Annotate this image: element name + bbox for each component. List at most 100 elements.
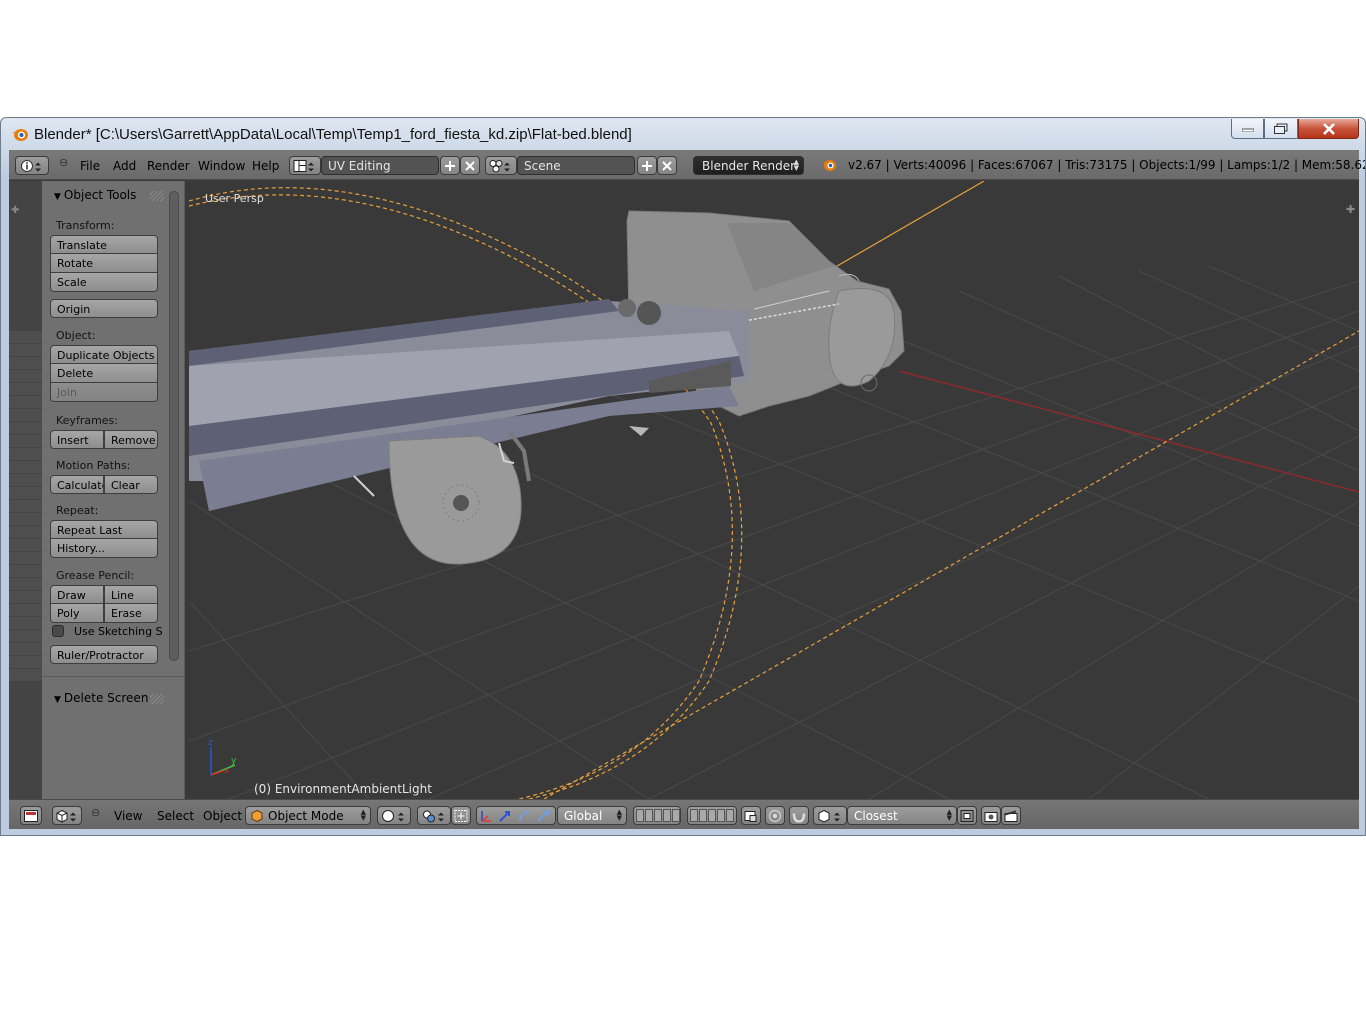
scene-layers-1[interactable] bbox=[633, 806, 681, 825]
edge-tab-strip bbox=[9, 331, 42, 681]
add-scene-button[interactable] bbox=[637, 156, 657, 175]
view3d-editor-icon bbox=[24, 809, 38, 822]
use-sketching-checkbox[interactable] bbox=[52, 625, 64, 637]
properties-expand-icon[interactable]: ✚ bbox=[1346, 203, 1355, 216]
scene-field[interactable]: Scene bbox=[517, 156, 635, 175]
title-bar[interactable]: Blender* [C:\Users\Garrett\AppData\Local… bbox=[1, 118, 1365, 150]
axis-gizmo: z y x bbox=[208, 738, 237, 776]
use-sketching-label: Use Sketching S bbox=[74, 625, 163, 638]
panel-drag-grip-icon[interactable] bbox=[150, 694, 164, 704]
scene-icon-button[interactable] bbox=[485, 156, 517, 175]
join-button[interactable]: Join bbox=[50, 383, 158, 402]
snap-target-label: Closest bbox=[854, 809, 898, 823]
layer-button[interactable] bbox=[699, 809, 707, 822]
layer-button[interactable] bbox=[645, 809, 653, 822]
snap-target-dropdown[interactable]: Closest ▲ ▼ bbox=[847, 806, 957, 825]
history-button[interactable]: History... bbox=[50, 539, 158, 558]
menu-select[interactable]: Select bbox=[157, 809, 194, 823]
collapse-menus-icon[interactable]: ⊖ bbox=[91, 806, 100, 819]
layer-button[interactable] bbox=[672, 809, 680, 822]
menu-help[interactable]: Help bbox=[252, 159, 279, 173]
clear-paths-button[interactable]: Clear bbox=[104, 475, 158, 494]
object-tools-panel-header[interactable]: ▼ Object Tools bbox=[54, 188, 136, 202]
transform-label: Transform: bbox=[56, 219, 115, 232]
snap-toggle-button[interactable] bbox=[789, 806, 809, 825]
pivot-point-dropdown[interactable] bbox=[417, 806, 451, 825]
layer-button[interactable] bbox=[663, 809, 671, 822]
repeat-last-button[interactable]: Repeat Last bbox=[50, 520, 158, 539]
view-type-dropdown[interactable] bbox=[52, 806, 82, 825]
panel-drag-grip-icon[interactable] bbox=[150, 191, 164, 201]
origin-button[interactable]: Origin bbox=[50, 299, 158, 318]
transform-orientation-dropdown[interactable]: Global ▲ ▼ bbox=[557, 806, 627, 825]
motion-paths-label: Motion Paths: bbox=[56, 459, 131, 472]
grease-erase-button[interactable]: Erase bbox=[104, 604, 158, 623]
layer-button[interactable] bbox=[654, 809, 662, 822]
close-button[interactable] bbox=[1298, 119, 1359, 139]
mode-label: Object Mode bbox=[268, 809, 344, 823]
layer-button[interactable] bbox=[708, 809, 716, 822]
menu-window[interactable]: Window bbox=[198, 159, 245, 173]
active-object-label: (0) EnvironmentAmbientLight bbox=[254, 782, 432, 796]
delete-screen-button[interactable] bbox=[460, 156, 480, 175]
render-engine-dropdown[interactable]: Blender Render ▲ ▼ bbox=[693, 156, 804, 175]
tool-shelf-scrollbar[interactable] bbox=[169, 191, 179, 661]
tool-shelf: ▼ Object Tools Transform: Translate Rotat… bbox=[42, 181, 185, 799]
layer-button[interactable] bbox=[690, 809, 698, 822]
translate-button[interactable]: Translate bbox=[50, 235, 158, 254]
menu-file[interactable]: File bbox=[80, 159, 100, 173]
lock-camera-layers-button[interactable] bbox=[741, 806, 761, 825]
info-editor-icon bbox=[21, 159, 41, 172]
rotate-button[interactable]: Rotate bbox=[50, 254, 158, 273]
viewport-shading-dropdown[interactable] bbox=[377, 806, 411, 825]
grease-draw-button[interactable]: Draw bbox=[50, 585, 104, 604]
scale-button[interactable]: Scale bbox=[50, 273, 158, 292]
close-icon bbox=[1322, 122, 1335, 135]
transform-manipulators[interactable] bbox=[476, 806, 556, 825]
manipulator-toggle[interactable] bbox=[451, 806, 471, 825]
add-screen-button[interactable] bbox=[440, 156, 460, 175]
operator-panel-header[interactable]: ▼ Delete Screen bbox=[54, 691, 148, 705]
dropdown-arrows-icon: ▲ ▼ bbox=[793, 158, 799, 172]
3d-viewport[interactable]: z y x ✚ ✚ User Persp (0) EnvironmentAmbi… bbox=[9, 181, 1359, 799]
maximize-button[interactable] bbox=[1264, 119, 1298, 139]
layout-icon bbox=[293, 159, 314, 172]
remove-keyframe-button[interactable]: Remove bbox=[104, 430, 158, 449]
ruler-protractor-button[interactable]: Ruler/Protractor bbox=[50, 645, 158, 664]
collapse-menus-icon[interactable]: ⊖ bbox=[59, 156, 68, 169]
axis-label-y: y bbox=[231, 756, 237, 766]
screen-layout-icon-button[interactable] bbox=[289, 156, 321, 175]
snap-align-button[interactable] bbox=[957, 806, 977, 825]
blender-render-icon bbox=[821, 157, 837, 175]
delete-button[interactable]: Delete bbox=[50, 364, 158, 383]
layer-button[interactable] bbox=[726, 809, 734, 822]
menu-add[interactable]: Add bbox=[113, 159, 136, 173]
minimize-button[interactable] bbox=[1231, 119, 1264, 139]
delete-scene-button[interactable] bbox=[657, 156, 677, 175]
layer-button[interactable] bbox=[636, 809, 644, 822]
lock-layers-icon bbox=[744, 810, 757, 822]
panel-title: Object Tools bbox=[63, 188, 137, 202]
window-title: Blender* [C:\Users\Garrett\AppData\Local… bbox=[34, 126, 632, 143]
mode-dropdown[interactable]: Object Mode ▲ ▼ bbox=[245, 806, 371, 825]
opengl-animation-button[interactable] bbox=[1001, 806, 1021, 825]
axis-label-x: x bbox=[224, 766, 230, 776]
menu-object[interactable]: Object bbox=[203, 809, 242, 823]
region-expand-icon[interactable]: ✚ bbox=[11, 205, 19, 216]
scene-layers-2[interactable] bbox=[687, 806, 737, 825]
editor-type-button[interactable] bbox=[15, 156, 49, 175]
grease-poly-button[interactable]: Poly bbox=[50, 604, 104, 623]
x-icon bbox=[662, 160, 672, 171]
layer-button[interactable] bbox=[717, 809, 725, 822]
grease-line-button[interactable]: Line bbox=[104, 585, 158, 604]
insert-keyframe-button[interactable]: Insert bbox=[50, 430, 104, 449]
proportional-edit-button[interactable] bbox=[765, 806, 785, 825]
opengl-render-button[interactable] bbox=[981, 806, 1001, 825]
editor-type-button[interactable] bbox=[20, 806, 42, 825]
menu-view[interactable]: View bbox=[114, 809, 142, 823]
snap-element-dropdown[interactable] bbox=[813, 806, 847, 825]
screen-layout-field[interactable]: UV Editing bbox=[321, 156, 439, 175]
duplicate-objects-button[interactable]: Duplicate Objects bbox=[50, 345, 158, 364]
calculate-paths-button[interactable]: Calculate bbox=[50, 475, 104, 494]
menu-render[interactable]: Render bbox=[147, 159, 190, 173]
